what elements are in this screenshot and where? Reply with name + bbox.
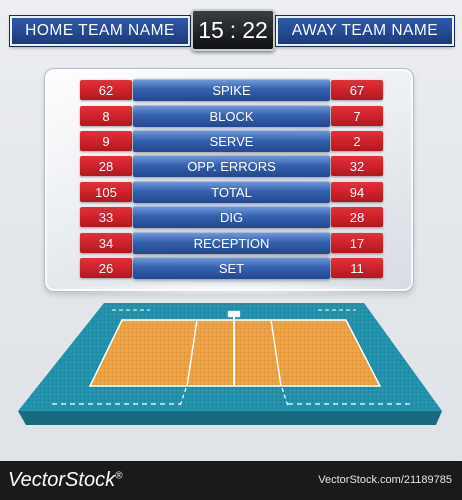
clock-seconds: 22: [242, 16, 268, 43]
stat-label: SPIKE: [133, 79, 330, 101]
stat-label: OPP. ERRORS: [133, 155, 330, 177]
away-stat-value: 2: [331, 131, 383, 151]
stat-row-dig: 33 DIG 28: [80, 206, 383, 228]
away-stat-value: 94: [331, 182, 383, 202]
brand-mark: ®: [115, 470, 123, 482]
stat-row-spike: 62 SPIKE 67: [80, 79, 383, 101]
stat-label: BLOCK: [133, 105, 330, 127]
stat-row-set: 26 SET 11: [80, 257, 383, 279]
stat-row-serve: 9 SERVE 2: [80, 130, 383, 152]
home-stat-value: 105: [80, 182, 132, 202]
away-stat-value: 32: [331, 156, 383, 176]
home-stat-value: 9: [80, 131, 132, 151]
home-team-text: HOME TEAM NAME: [25, 22, 175, 39]
clock-minutes: 15: [198, 16, 224, 43]
home-stat-value: 28: [80, 156, 132, 176]
home-stat-value: 34: [80, 233, 132, 253]
stat-row-block: 8 BLOCK 7: [80, 105, 383, 127]
volleyball-court: [18, 303, 442, 425]
image-url: VectorStock.com/21189785: [318, 474, 452, 486]
home-team-label: HOME TEAM NAME: [10, 16, 190, 46]
panel-reflection: [48, 282, 410, 296]
away-stat-value: 11: [331, 258, 383, 278]
away-stat-value: 7: [331, 106, 383, 126]
stat-row-opp-errors: 28 OPP. ERRORS 32: [80, 155, 383, 177]
away-stat-value: 28: [331, 207, 383, 227]
home-stat-value: 26: [80, 258, 132, 278]
stat-label: TOTAL: [133, 181, 330, 203]
game-clock: 15:22: [191, 9, 275, 51]
home-stat-value: 33: [80, 207, 132, 227]
watermark-footer: VectorStock® VectorStock.com/21189785: [0, 461, 462, 500]
court-base-front: [18, 411, 442, 425]
away-stat-value: 17: [331, 233, 383, 253]
stat-label: SET: [133, 257, 330, 279]
stat-label: DIG: [133, 206, 330, 228]
brand-text: VectorStock: [8, 469, 116, 491]
away-stat-value: 67: [331, 80, 383, 100]
stat-row-total: 105 TOTAL 94: [80, 181, 383, 203]
away-team-label: AWAY TEAM NAME: [276, 16, 454, 46]
home-stat-value: 8: [80, 106, 132, 126]
clock-colon: :: [229, 16, 237, 43]
stat-row-reception: 34 RECEPTION 17: [80, 232, 383, 254]
away-team-text: AWAY TEAM NAME: [291, 22, 439, 39]
stat-label: SERVE: [133, 130, 330, 152]
brand-logo: VectorStock®: [8, 469, 122, 492]
home-stat-value: 62: [80, 80, 132, 100]
stat-label: RECEPTION: [133, 232, 330, 254]
net-marker: [227, 310, 241, 318]
